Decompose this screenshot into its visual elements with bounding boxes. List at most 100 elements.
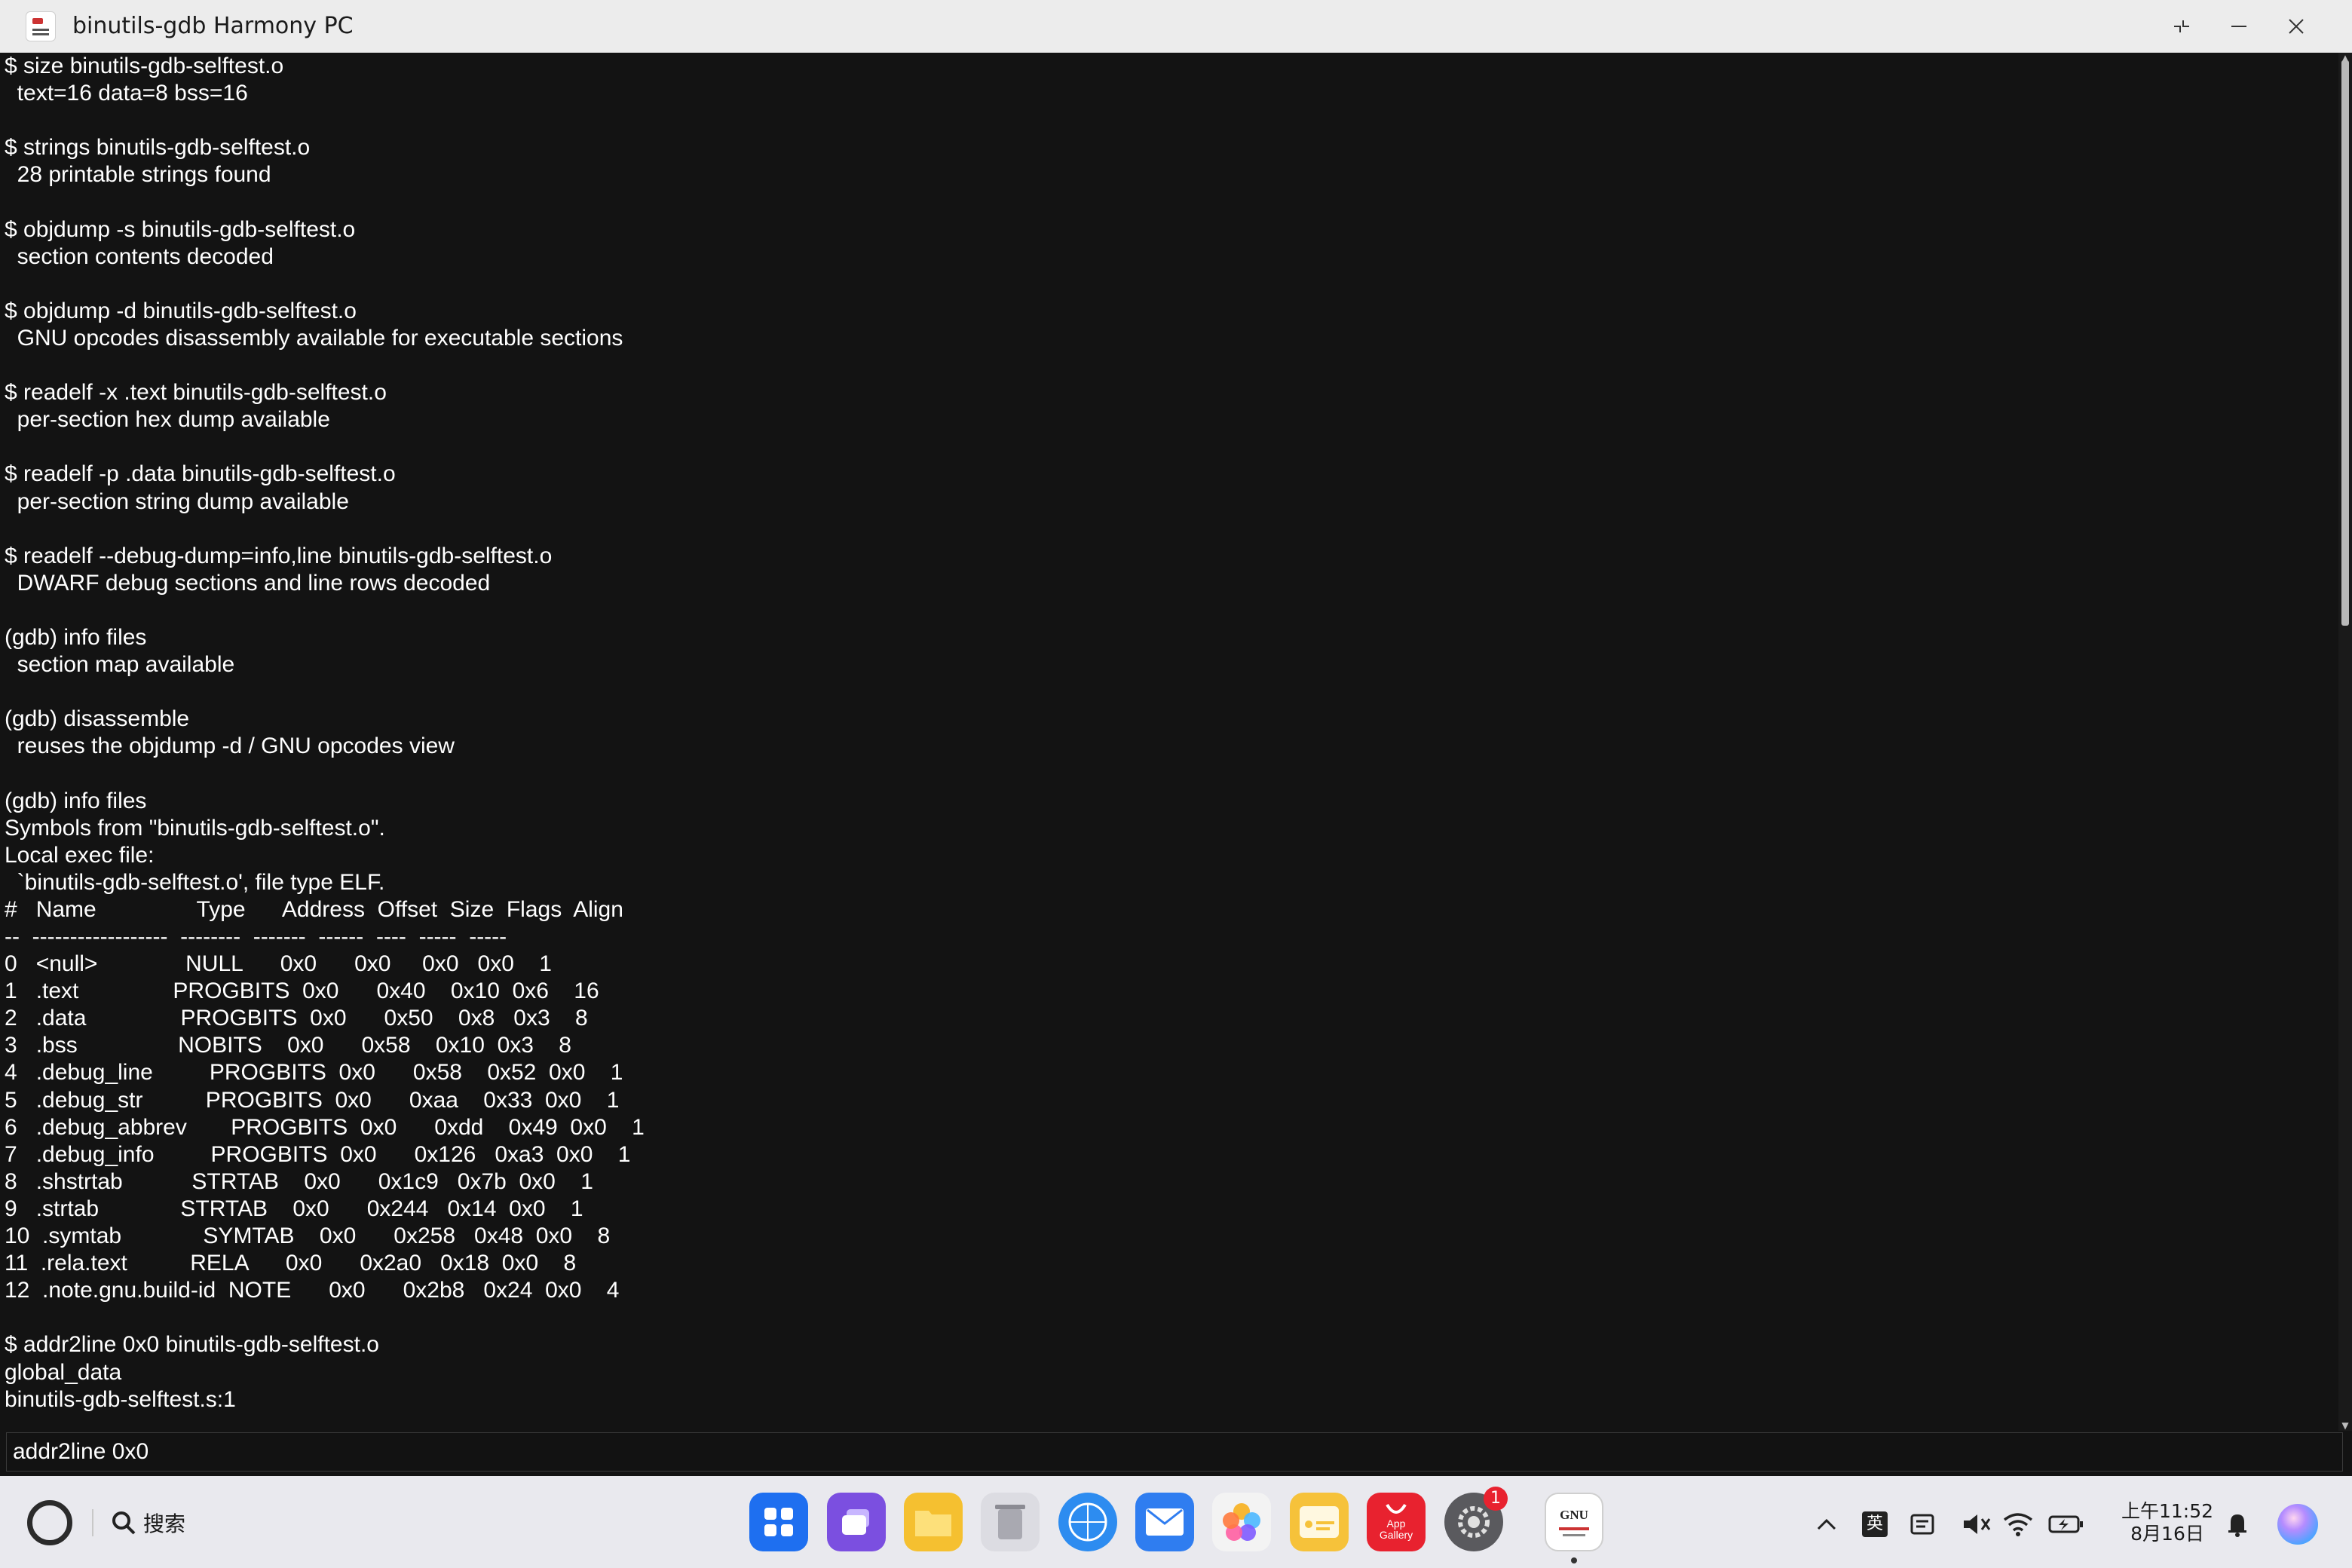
notification-bell-icon[interactable] [2224, 1509, 2251, 1539]
clipboard-icon[interactable] [1907, 1509, 1937, 1539]
terminal-line: 12 .note.gnu.build-id NOTE 0x0 0x2b8 0x2… [5, 1278, 620, 1303]
gallery-icon[interactable] [1212, 1493, 1271, 1551]
terminal-line: 8 .shstrtab STRTAB 0x0 0x1c9 0x7b 0x0 1 [5, 1168, 593, 1194]
terminal-line: $ readelf --debug-dump=info,line binutil… [5, 543, 553, 568]
taskbar-search[interactable]: 搜索 [110, 1506, 185, 1539]
app-launcher-icon[interactable] [749, 1493, 808, 1551]
terminal-line: section map available [5, 652, 235, 678]
terminal-line: global_data [5, 1359, 122, 1385]
terminal-line: Symbols from "binutils-gdb-selftest.o". [5, 815, 385, 841]
title-bar: binutils-gdb Harmony PC [0, 0, 2352, 53]
window-controls [2153, 0, 2325, 53]
close-icon [2289, 19, 2304, 34]
terminal-line: 2 .data PROGBITS 0x0 0x50 0x8 0x3 8 [5, 1006, 588, 1031]
taskbar: 搜索 App Gallery 1 GNU 英 上午11:52 8月16日 [0, 1476, 2352, 1568]
terminal-output-area[interactable]: $ size binutils-gdb-selftest.o text=16 d… [0, 53, 2352, 1431]
terminal-line: # Name Type Address Offset Size Flags Al… [5, 896, 623, 922]
terminal-line: $ objdump -d binutils-gdb-selftest.o [5, 298, 357, 323]
search-label: 搜索 [143, 1511, 186, 1536]
gnu-label: GNU [1560, 1508, 1588, 1522]
command-input[interactable] [6, 1432, 2343, 1472]
assistant-orb-icon[interactable] [2275, 1502, 2320, 1547]
mail-icon[interactable] [1135, 1493, 1194, 1551]
terminal-line: $ addr2line 0x0 binutils-gdb-selftest.o [5, 1332, 379, 1358]
taskbar-divider [92, 1509, 93, 1536]
browser-icon[interactable] [1058, 1493, 1117, 1551]
recycle-bin-icon[interactable] [981, 1493, 1040, 1551]
search-icon [112, 1511, 136, 1535]
wifi-icon[interactable] [2002, 1509, 2034, 1539]
gnu-app-icon [26, 11, 56, 41]
start-button[interactable] [27, 1500, 72, 1545]
app-gallery-icon[interactable]: App Gallery [1367, 1493, 1426, 1551]
gnu-binutils-gdb-icon[interactable]: GNU [1545, 1493, 1603, 1551]
ime-label: 英 [1862, 1511, 1888, 1537]
terminal-line: 28 printable strings found [5, 162, 271, 188]
terminal-line: section contents decoded [5, 243, 274, 269]
restore-icon [2174, 20, 2189, 32]
gnu-icon-stripes-2 [1563, 1534, 1585, 1536]
settings-notification-badge: 1 [1484, 1487, 1508, 1511]
terminal-line: 6 .debug_abbrev PROGBITS 0x0 0xdd 0x49 0… [5, 1114, 645, 1140]
scrollbar-thumb[interactable] [2341, 60, 2349, 626]
terminal-line: per-section string dump available [5, 488, 349, 514]
terminal-line: 11 .rela.text RELA 0x0 0x2a0 0x18 0x0 8 [5, 1251, 577, 1276]
terminal-line: $ strings binutils-gdb-selftest.o [5, 135, 311, 161]
terminal-line: -- ------------------ -------- ------- -… [5, 924, 507, 949]
terminal-line: per-section hex dump available [5, 407, 330, 433]
close-button[interactable] [2268, 0, 2325, 53]
multitask-icon[interactable] [827, 1493, 886, 1551]
window-title: binutils-gdb Harmony PC [72, 13, 354, 39]
files-folder-icon[interactable] [904, 1493, 963, 1551]
scroll-down-arrow-icon[interactable]: ▼ [2340, 1420, 2350, 1431]
restore-button[interactable] [2153, 0, 2210, 53]
terminal-line: 3 .bss NOBITS 0x0 0x58 0x10 0x3 8 [5, 1033, 571, 1058]
clock[interactable]: 上午11:52 8月16日 [2118, 1500, 2216, 1545]
terminal-line: GNU opcodes disassembly available for ex… [5, 325, 623, 351]
terminal-line: (gdb) info files [5, 624, 147, 650]
terminal-line: (gdb) info files [5, 788, 147, 813]
command-bar [0, 1431, 2352, 1476]
terminal-line: 7 .debug_info PROGBITS 0x0 0x126 0xa3 0x… [5, 1141, 631, 1167]
battery-charging-icon[interactable] [2047, 1509, 2085, 1539]
active-app-indicator [1571, 1557, 1577, 1563]
terminal-line: $ readelf -p .data binutils-gdb-selftest… [5, 461, 396, 487]
terminal-line: 9 .strtab STRTAB 0x0 0x244 0x14 0x0 1 [5, 1196, 583, 1221]
volume-muted-icon[interactable] [1960, 1509, 1992, 1539]
terminal-line: DWARF debug sections and line rows decod… [5, 570, 491, 596]
terminal-output: $ size binutils-gdb-selftest.o text=16 d… [5, 53, 2326, 1413]
terminal-line: text=16 data=8 bss=16 [5, 81, 248, 106]
minimize-icon [2231, 26, 2246, 27]
terminal-line: 10 .symtab SYMTAB 0x0 0x258 0x48 0x0 8 [5, 1223, 611, 1249]
terminal-line: `binutils-gdb-selftest.o', file type ELF… [5, 869, 385, 895]
clock-date: 8月16日 [2130, 1523, 2204, 1545]
terminal-line: 1 .text PROGBITS 0x0 0x40 0x10 0x6 16 [5, 978, 599, 1004]
terminal-line: 0 <null> NULL 0x0 0x0 0x0 0x0 1 [5, 951, 552, 977]
minimize-button[interactable] [2210, 0, 2268, 53]
terminal-line: $ readelf -x .text binutils-gdb-selftest… [5, 380, 387, 406]
terminal-line: $ size binutils-gdb-selftest.o [5, 54, 284, 78]
terminal-line: binutils-gdb-selftest.s:1 [5, 1386, 236, 1412]
scrollbar[interactable]: ▲ ▼ [2338, 53, 2352, 1431]
terminal-line: $ objdump -s binutils-gdb-selftest.o [5, 216, 356, 242]
tray-expand-chevron-up-icon[interactable] [1814, 1509, 1839, 1539]
terminal-line: (gdb) disassemble [5, 706, 190, 732]
gnu-icon-stripes [1559, 1527, 1589, 1530]
terminal-line: 5 .debug_str PROGBITS 0x0 0xaa 0x33 0x0 … [5, 1087, 620, 1113]
ime-indicator[interactable]: 英 [1860, 1509, 1889, 1539]
terminal-line: Local exec file: [5, 842, 155, 868]
terminal-line: 4 .debug_line PROGBITS 0x0 0x58 0x52 0x0… [5, 1060, 623, 1086]
notes-icon[interactable] [1290, 1493, 1349, 1551]
terminal-line: reuses the objdump -d / GNU opcodes view [5, 733, 455, 759]
settings-icon[interactable]: 1 [1444, 1487, 1508, 1551]
clock-time: 上午11:52 [2121, 1500, 2214, 1522]
